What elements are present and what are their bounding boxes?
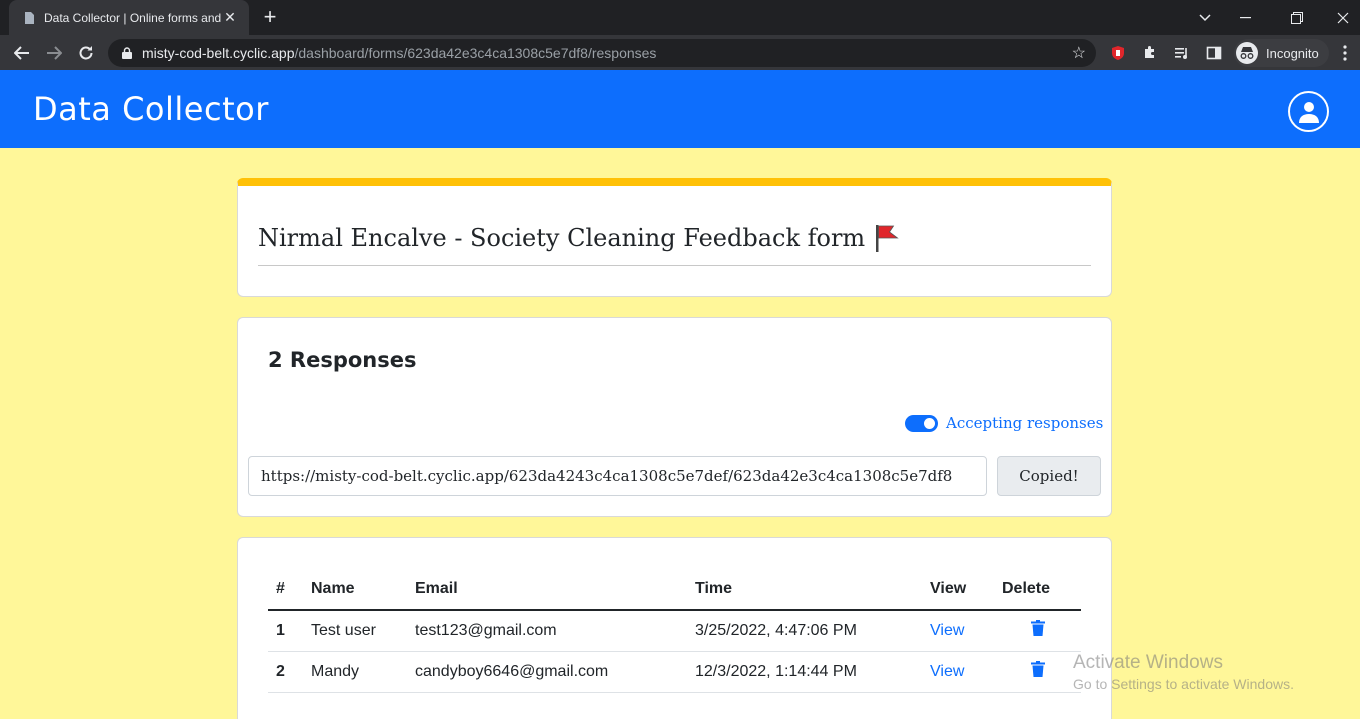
row-email: test123@gmail.com <box>407 610 687 652</box>
reload-icon[interactable] <box>74 41 98 65</box>
form-title-heading: Nirmal Encalve - Society Cleaning Feedba… <box>258 223 903 253</box>
browser-toolbar: misty-cod-belt.cyclic.app/dashboard/form… <box>0 35 1360 70</box>
forward-arrow-icon[interactable] <box>42 41 66 65</box>
toggle-switch[interactable] <box>905 414 938 432</box>
url-host: misty-cod-belt.cyclic.app <box>142 45 295 61</box>
browser-tab[interactable]: Data Collector | Online forms and ✕ <box>9 0 249 35</box>
page-favicon-icon <box>23 11 35 24</box>
responses-count: 2 Responses <box>268 348 417 372</box>
col-header-delete: Delete <box>994 568 1081 611</box>
app-header: Data Collector <box>0 70 1360 148</box>
user-account-icon[interactable] <box>1288 91 1329 132</box>
title-divider <box>258 265 1091 266</box>
row-number: 2 <box>268 651 303 693</box>
red-flag-icon <box>873 223 903 253</box>
extensions-puzzle-icon[interactable] <box>1140 43 1160 63</box>
profile-label: Incognito <box>1266 45 1319 61</box>
row-name: Test user <box>303 610 407 652</box>
view-response-link[interactable]: View <box>930 663 964 680</box>
address-bar[interactable]: misty-cod-belt.cyclic.app/dashboard/form… <box>108 39 1096 67</box>
lock-icon <box>122 47 134 59</box>
col-header-number: # <box>268 568 303 611</box>
incognito-icon <box>1236 42 1258 64</box>
row-email: candyboy6646@gmail.com <box>407 651 687 693</box>
accepting-responses-label: Accepting responses <box>946 414 1104 432</box>
table-header-row: # Name Email Time View Delete <box>268 568 1081 611</box>
share-url-field[interactable]: https://misty-cod-belt.cyclic.app/623da4… <box>248 456 987 496</box>
col-header-name: Name <box>303 568 407 611</box>
activate-windows-watermark: Activate Windows Go to Settings to activ… <box>1073 652 1294 692</box>
row-time: 3/25/2022, 4:47:06 PM <box>687 610 922 652</box>
row-number: 1 <box>268 610 303 652</box>
url-path: /dashboard/forms/623da42e3c4ca1308c5e7df… <box>294 45 657 61</box>
accepting-responses-toggle[interactable]: Accepting responses <box>905 414 1103 432</box>
side-panel-icon[interactable] <box>1204 43 1224 63</box>
form-title-card: Nirmal Encalve - Society Cleaning Feedba… <box>237 178 1112 297</box>
trash-icon[interactable] <box>1002 661 1073 677</box>
extension-shield-icon[interactable] <box>1108 43 1128 63</box>
table-row: 1 Test user test123@gmail.com 3/25/2022,… <box>268 610 1081 652</box>
tab-title: Data Collector | Online forms and <box>44 10 221 25</box>
watermark-subtitle: Go to Settings to activate Windows. <box>1073 676 1294 692</box>
view-response-link[interactable]: View <box>930 622 964 639</box>
browser-menu-icon[interactable] <box>1335 43 1355 63</box>
responses-table-card: # Name Email Time View Delete 1 Test use… <box>237 537 1112 719</box>
copy-link-button[interactable]: Copied! <box>997 456 1101 496</box>
incognito-profile-button[interactable]: Incognito <box>1234 39 1329 67</box>
bookmark-star-icon[interactable]: ☆ <box>1072 43 1086 63</box>
media-controls-icon[interactable] <box>1172 43 1192 63</box>
app-brand[interactable]: Data Collector <box>33 90 269 128</box>
close-tab-icon[interactable]: ✕ <box>221 9 239 26</box>
responses-table: # Name Email Time View Delete 1 Test use… <box>268 568 1081 693</box>
back-arrow-icon[interactable] <box>10 41 34 65</box>
new-tab-button[interactable]: + <box>258 5 282 29</box>
row-time: 12/3/2022, 1:14:44 PM <box>687 651 922 693</box>
row-name: Mandy <box>303 651 407 693</box>
col-header-time: Time <box>687 568 922 611</box>
close-window-icon[interactable] <box>1320 0 1360 35</box>
form-title: Nirmal Encalve - Society Cleaning Feedba… <box>258 224 866 252</box>
restore-window-icon[interactable] <box>1274 0 1320 35</box>
trash-icon[interactable] <box>1002 620 1073 637</box>
watermark-title: Activate Windows <box>1073 652 1223 673</box>
col-header-email: Email <box>407 568 687 611</box>
minimize-window-icon[interactable] <box>1222 0 1268 35</box>
browser-tabstrip: Data Collector | Online forms and ✕ + <box>0 0 1360 35</box>
col-header-view: View <box>922 568 994 611</box>
table-row: 2 Mandy candyboy6646@gmail.com 12/3/2022… <box>268 651 1081 693</box>
responses-summary-card: 2 Responses Accepting responses https://… <box>237 317 1112 517</box>
